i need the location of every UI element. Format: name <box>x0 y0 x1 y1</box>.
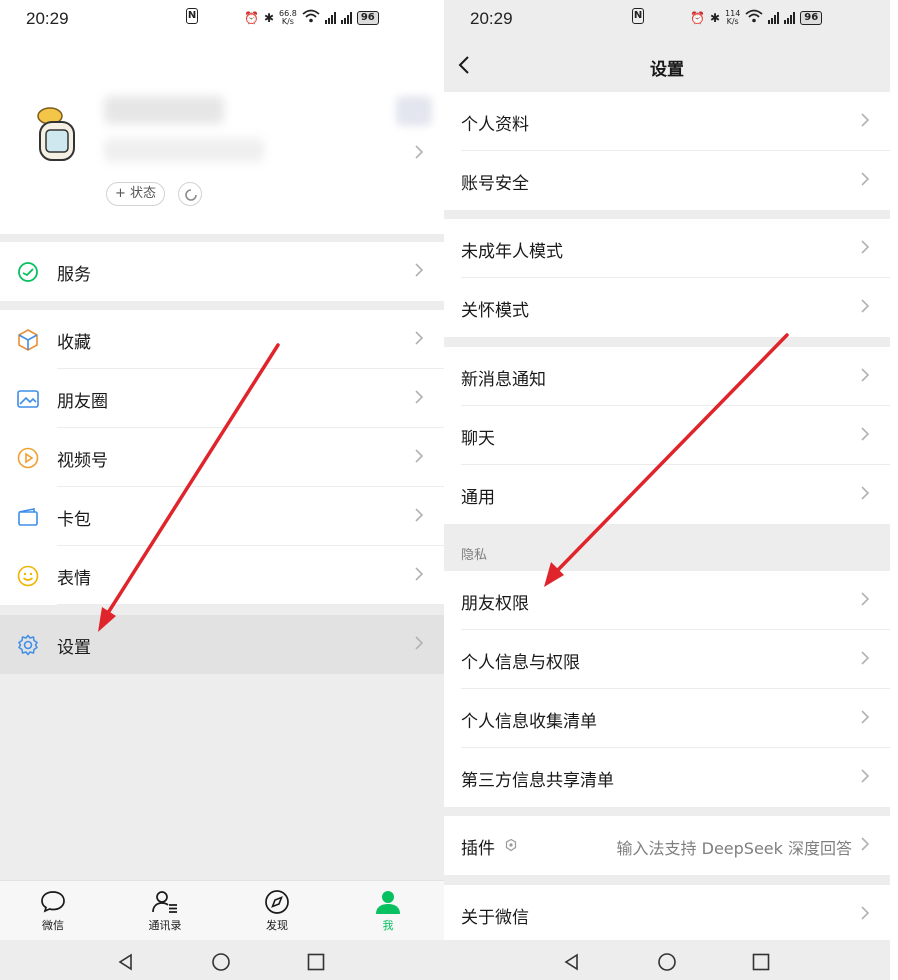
me-screen: 20:29 N ⏰ ✱ 66.8 K/s 96 + 状态 服务 收藏 朋友圈 视… <box>0 0 444 980</box>
annotation-arrow <box>544 333 789 587</box>
settings-screen: 20:29 N ⏰ ✱ 114 K/s 96 设置 个人资料 账号安全 未成年人模… <box>444 0 890 980</box>
right-edge-margin <box>890 0 898 980</box>
annotation-arrow <box>98 343 280 632</box>
